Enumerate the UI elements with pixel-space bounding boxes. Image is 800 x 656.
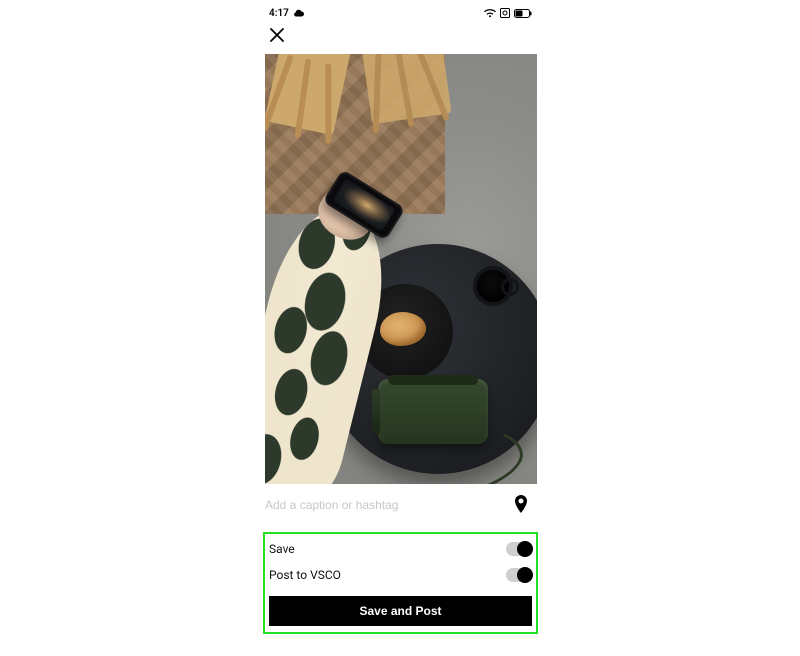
save-toggle[interactable] — [506, 542, 532, 556]
post-label: Post to VSCO — [269, 568, 341, 582]
phone-frame: 4:17 — [263, 4, 538, 652]
save-and-post-button[interactable]: Save and Post — [269, 596, 532, 626]
cloud-icon — [293, 9, 305, 17]
status-right — [484, 8, 532, 18]
location-pin-icon — [513, 495, 529, 515]
save-label: Save — [269, 542, 295, 556]
status-bar: 4:17 — [263, 4, 538, 22]
header — [263, 22, 538, 48]
battery-icon — [514, 9, 532, 18]
close-button[interactable] — [265, 23, 289, 47]
options-panel: Save Post to VSCO Save and Post — [263, 532, 538, 634]
save-option-row: Save — [269, 536, 532, 562]
rotation-lock-icon — [500, 8, 510, 18]
status-time: 4:17 — [269, 8, 289, 19]
photo-preview[interactable] — [265, 54, 537, 484]
close-icon — [270, 28, 284, 42]
add-location-button[interactable] — [508, 492, 534, 518]
wifi-icon — [484, 9, 496, 18]
post-toggle[interactable] — [506, 568, 532, 582]
caption-input[interactable] — [263, 492, 508, 518]
post-option-row: Post to VSCO — [269, 562, 532, 588]
caption-row — [263, 484, 538, 528]
status-left: 4:17 — [269, 8, 305, 19]
